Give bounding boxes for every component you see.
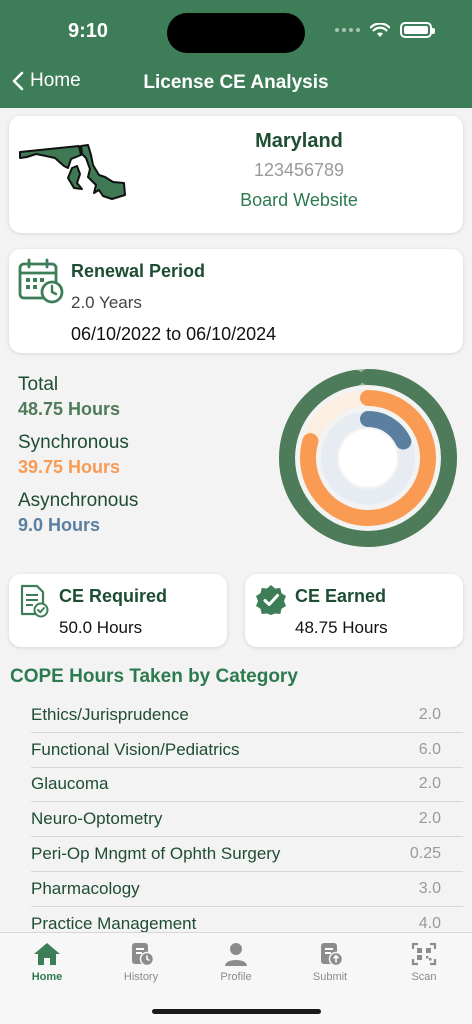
dynamic-island [167,13,305,53]
ce-earned-value: 48.75 Hours [295,618,388,637]
status-time: 9:10 [68,20,109,42]
category-name: Ethics/Jurisprudence [31,704,189,724]
total-value: 48.75 Hours [18,399,121,419]
category-row[interactable]: Neuro-Optometry 2.0 [31,802,463,838]
signal-icon [335,28,360,32]
tab-history[interactable]: History [101,941,181,983]
home-indicator [152,1009,321,1014]
chevron-left-icon [12,71,24,91]
category-row[interactable]: Functional Vision/Pediatrics 6.0 [31,733,463,768]
tab-label: History [123,971,159,983]
license-card: Maryland 123456789 Board Website [9,116,463,233]
category-hours: 3.0 [418,879,441,897]
category-name: Glaucoma [31,774,109,794]
document-check-icon [20,584,49,618]
profile-icon [225,943,247,966]
submit-icon [321,943,344,967]
verified-badge-icon [256,585,286,615]
calendar-clock-icon [18,258,64,304]
category-hours: 4.0 [418,914,441,932]
state-map-icon [19,144,126,200]
home-icon [34,943,60,965]
sync-label: Synchronous [18,432,129,453]
license-number: 123456789 [253,160,345,180]
board-website-link[interactable]: Board Website [209,190,389,211]
category-hours: 0.25 [409,845,441,863]
ce-required-title: CE Required [59,586,168,606]
tab-scan[interactable]: Scan [384,941,464,983]
ce-earned-title: CE Earned [295,586,387,606]
sync-value: 39.75 Hours [18,457,121,477]
tab-label: Submit [312,971,348,983]
renewal-card: Renewal Period 2.0 Years 06/10/2022 to 0… [9,249,463,353]
back-button[interactable]: Home [12,70,81,92]
history-icon [132,943,155,967]
category-row[interactable]: Glaucoma 2.0 [31,768,463,803]
battery-icon [400,22,435,38]
ce-earned-card: CE Earned 48.75 Hours [245,574,463,647]
tab-profile[interactable]: Profile [196,941,276,983]
total-label: Total [18,374,59,395]
scan-icon [411,942,437,966]
tab-submit[interactable]: Submit [290,941,370,983]
renewal-dates: 06/10/2022 to 06/10/2024 [71,324,277,344]
state-name: Maryland [255,130,343,152]
nav-header: 9:10 Home License CE Analysis [0,0,472,108]
status-icons [335,22,435,38]
ce-required-value: 50.0 Hours [59,618,143,637]
tab-label: Profile [220,971,252,983]
category-hours: 2.0 [418,705,441,723]
categories-title: COPE Hours Taken by Category [10,666,298,687]
renewal-years: 2.0 Years [71,293,142,312]
ce-required-card: CE Required 50.0 Hours [9,574,227,647]
renewal-title: Renewal Period [71,261,206,281]
category-name: Pharmacology [31,878,140,898]
category-name: Neuro-Optometry [31,809,163,829]
wifi-icon [370,22,390,37]
category-name: Practice Management [31,913,197,932]
tab-home[interactable]: Home [7,941,87,983]
category-row[interactable]: Practice Management 4.0 [31,907,463,932]
category-name: Peri-Op Mngmt of Ophth Surgery [31,844,281,864]
category-hours: 2.0 [418,810,441,828]
tab-label: Home [31,971,63,983]
category-list: Ethics/Jurisprudence 2.0 Functional Visi… [31,698,463,932]
category-row[interactable]: Ethics/Jurisprudence 2.0 [31,698,463,733]
category-hours: 2.0 [418,775,441,793]
async-label: Asynchronous [18,490,139,511]
hours-ring-chart [279,369,457,547]
category-name: Functional Vision/Pediatrics [31,739,240,759]
category-hours: 6.0 [418,740,441,758]
category-row[interactable]: Peri-Op Mngmt of Ophth Surgery 0.25 [31,837,463,872]
tab-label: Scan [411,971,437,983]
back-label: Home [30,70,81,91]
async-value: 9.0 Hours [18,515,101,535]
category-row[interactable]: Pharmacology 3.0 [31,872,463,907]
